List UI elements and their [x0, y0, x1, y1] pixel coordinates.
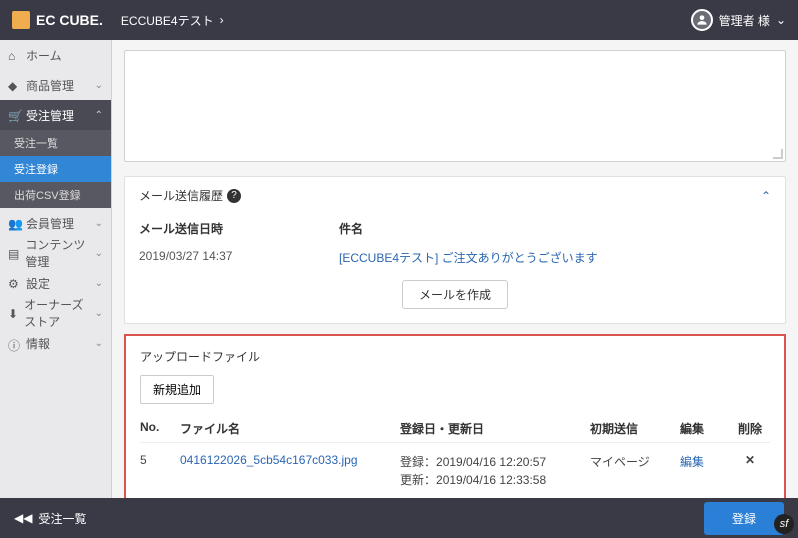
- col-edit: 編集: [680, 420, 730, 438]
- chevron-down-icon: ⌄: [95, 308, 103, 319]
- tag-icon: ◆: [8, 79, 20, 91]
- compose-mail-button[interactable]: メールを作成: [402, 280, 508, 309]
- logo[interactable]: EC CUBE.: [12, 11, 103, 29]
- back-to-list-button[interactable]: ◀◀ 受注一覧: [14, 510, 86, 527]
- delete-icon[interactable]: ✕: [745, 453, 755, 467]
- panel-title: メール送信履歴 ? ⌃: [139, 187, 771, 204]
- sidebar-item-home[interactable]: ⌂ ホーム: [0, 40, 111, 70]
- help-icon[interactable]: ?: [227, 189, 241, 203]
- breadcrumb-label: ECCUBE4テスト: [121, 12, 214, 29]
- sidebar-sub-order-list[interactable]: 受注一覧: [0, 130, 111, 156]
- sidebar-item-member[interactable]: 👥 会員管理 ⌄: [0, 208, 111, 238]
- chevron-down-icon: ⌄: [95, 218, 103, 229]
- col-initsale: 初期送信: [590, 420, 680, 438]
- mail-history-panel: メール送信履歴 ? ⌃ メール送信日時 件名 2019/03/27 14:37 …: [124, 176, 786, 324]
- sidebar-item-content[interactable]: ▤ コンテンツ管理 ⌄: [0, 238, 111, 268]
- chevron-down-icon: ⌄: [95, 278, 103, 289]
- logo-text: EC CUBE.: [36, 12, 103, 28]
- cart-icon: 🛒: [8, 109, 20, 121]
- sidebar-label: 情報: [26, 335, 50, 352]
- cell-initsale: マイページ: [590, 453, 680, 489]
- col-dates: 登録日・更新日: [400, 420, 590, 438]
- sidebar-label: 設定: [26, 275, 50, 292]
- sidebar-item-setting[interactable]: ⚙ 設定 ⌄: [0, 268, 111, 298]
- file-link[interactable]: 0416122026_5cb54c167c033.jpg: [180, 453, 358, 467]
- footer-bar: ◀◀ 受注一覧 登録: [0, 498, 798, 538]
- col-no: No.: [140, 420, 180, 438]
- download-icon: ⬇: [8, 307, 18, 319]
- info-icon: ⓘ: [8, 337, 20, 349]
- rewind-icon: ◀◀: [14, 511, 32, 525]
- sidebar-item-info[interactable]: ⓘ 情報 ⌄: [0, 328, 111, 358]
- add-new-button[interactable]: 新規追加: [140, 375, 214, 404]
- user-menu[interactable]: 管理者 様 ⌄: [691, 9, 786, 31]
- chevron-down-icon: ⌄: [95, 80, 103, 91]
- main: ⌂ ホーム ◆ 商品管理 ⌄ 🛒 受注管理 ⌃ 受注一覧 受注登録 出荷CSV登…: [0, 40, 798, 498]
- top-bar: EC CUBE. ECCUBE4テスト › 管理者 様 ⌄: [0, 0, 798, 40]
- cube-icon: [12, 11, 30, 29]
- sidebar: ⌂ ホーム ◆ 商品管理 ⌄ 🛒 受注管理 ⌃ 受注一覧 受注登録 出荷CSV登…: [0, 40, 112, 498]
- cell-dates: 登録：2019/04/16 12:20:57 更新：2019/04/16 12:…: [400, 453, 590, 489]
- upload-title: アップロードファイル: [140, 348, 770, 365]
- mail-datetime: 2019/03/27 14:37: [139, 249, 339, 266]
- back-label: 受注一覧: [38, 510, 86, 527]
- chevron-down-icon: ⌄: [95, 248, 103, 259]
- col-filename: ファイル名: [180, 420, 400, 438]
- user-icon: [691, 9, 713, 31]
- edit-link[interactable]: 編集: [680, 455, 704, 469]
- mail-col-datetime: メール送信日時: [139, 220, 339, 237]
- sidebar-label: ホーム: [26, 47, 62, 64]
- file-icon: ▤: [8, 247, 19, 259]
- cell-no: 5: [140, 453, 180, 489]
- upload-file-panel: アップロードファイル 新規追加 No. ファイル名 登録日・更新日 初期送信 編…: [124, 334, 786, 498]
- mail-title: メール送信履歴: [139, 187, 223, 204]
- sidebar-label: 商品管理: [26, 77, 74, 94]
- content-area: メール送信履歴 ? ⌃ メール送信日時 件名 2019/03/27 14:37 …: [112, 40, 798, 498]
- save-button[interactable]: 登録: [704, 502, 784, 535]
- sidebar-label: 受注管理: [26, 107, 74, 124]
- gear-icon: ⚙: [8, 277, 20, 289]
- mail-header-row: メール送信日時 件名: [139, 214, 771, 243]
- user-label: 管理者 様: [719, 12, 770, 29]
- sidebar-item-order[interactable]: 🛒 受注管理 ⌃: [0, 100, 111, 130]
- mail-col-subject: 件名: [339, 220, 771, 237]
- col-delete: 削除: [730, 420, 770, 438]
- note-textarea[interactable]: [124, 50, 786, 162]
- home-icon: ⌂: [8, 49, 20, 61]
- mail-data-row: 2019/03/27 14:37 [ECCUBE4テスト] ご注文ありがとうござ…: [139, 243, 771, 272]
- sidebar-label: コンテンツ管理: [25, 236, 88, 270]
- sidebar-label: 会員管理: [26, 215, 74, 232]
- sidebar-sub-order-register[interactable]: 受注登録: [0, 156, 111, 182]
- chevron-down-icon: ⌄: [95, 338, 103, 349]
- sidebar-item-product[interactable]: ◆ 商品管理 ⌄: [0, 70, 111, 100]
- symfony-badge[interactable]: sf: [774, 514, 794, 534]
- sidebar-sub-shipping-csv[interactable]: 出荷CSV登録: [0, 182, 111, 208]
- chevron-down-icon: ⌄: [776, 13, 786, 27]
- chevron-right-icon: ›: [220, 13, 224, 27]
- users-icon: 👥: [8, 217, 20, 229]
- sidebar-item-owners[interactable]: ⬇ オーナーズストア ⌄: [0, 298, 111, 328]
- mail-subject-link[interactable]: [ECCUBE4テスト] ご注文ありがとうございます: [339, 251, 598, 265]
- collapse-icon[interactable]: ⌃: [761, 189, 771, 203]
- table-row: 5 0416122026_5cb54c167c033.jpg 登録：2019/0…: [140, 443, 770, 498]
- sidebar-label: オーナーズストア: [24, 296, 89, 330]
- chevron-up-icon: ⌃: [95, 110, 103, 121]
- upload-table-header: No. ファイル名 登録日・更新日 初期送信 編集 削除: [140, 416, 770, 443]
- breadcrumb[interactable]: ECCUBE4テスト ›: [121, 12, 224, 29]
